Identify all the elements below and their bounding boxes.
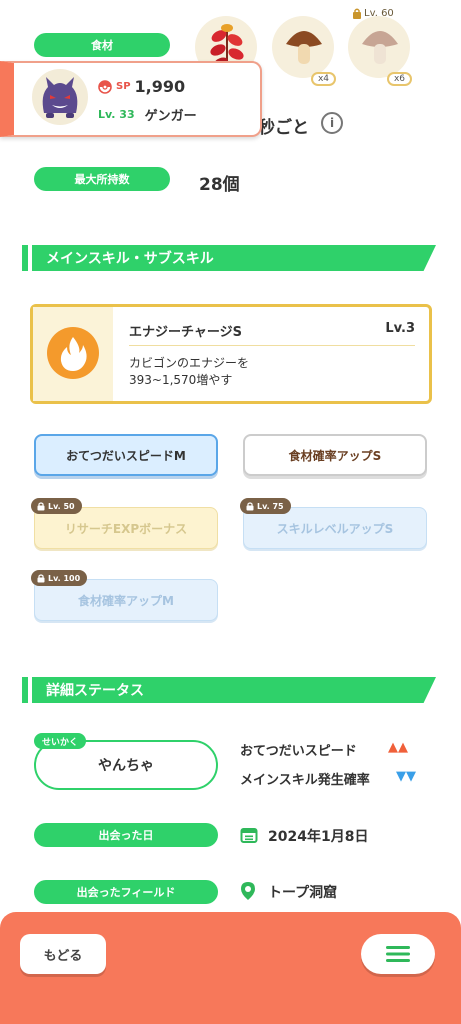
pokemon-level: Lv. 33 — [98, 108, 135, 121]
strength-row: SP 1,990 — [98, 77, 185, 96]
pokeball-icon — [98, 79, 112, 94]
ingredient-mushroom[interactable]: x4 — [272, 16, 336, 86]
subskill-lock-tag-50: Lv. 50 — [31, 498, 82, 514]
ingredient-qty: x4 — [310, 72, 336, 86]
hamburger-menu-icon — [386, 946, 410, 962]
menu-button[interactable] — [361, 934, 435, 974]
nature-down-stat: メインスキル発生確率 — [240, 773, 370, 788]
ingredient-lock-level: Lv. 60 — [352, 8, 394, 19]
nature-tag: せいかく — [34, 733, 87, 749]
max-carry-label: 最大所持数 — [34, 167, 170, 191]
main-skill-description: カビゴンのエナジーを 393~1,570増やす — [129, 356, 250, 387]
calendar-icon — [240, 828, 258, 843]
ingredient-mushroom-locked[interactable]: Lv. 60 x6 — [348, 8, 412, 86]
pokemon-avatar — [32, 69, 88, 125]
pokemon-summary-card[interactable]: SP 1,990 Lv. 33 ゲンガー — [0, 61, 262, 137]
flame-icon — [47, 327, 99, 379]
lock-icon — [353, 8, 361, 19]
main-skill-icon-bg — [33, 307, 113, 401]
subskill-lock-tag-75: Lv. 75 — [240, 498, 291, 514]
sp-value: 1,990 — [134, 77, 186, 96]
main-skill-level: Lv.3 — [385, 321, 415, 336]
lock-icon — [37, 573, 45, 582]
lock-icon — [246, 501, 254, 510]
met-field-label: 出会ったフィールド — [34, 880, 218, 904]
skills-section-header: メインスキル・サブスキル — [22, 245, 436, 271]
details-section-header: 詳細ステータス — [22, 677, 436, 703]
divider — [129, 345, 415, 346]
back-button[interactable]: もどる — [20, 934, 106, 974]
subskill-helping-speed-m[interactable]: おてつだいスピードM — [34, 434, 218, 476]
pokemon-name: ゲンガー — [144, 109, 197, 124]
lock-icon — [37, 501, 45, 510]
gengar-icon — [42, 77, 78, 118]
met-field-value: トープ洞窟 — [268, 885, 338, 901]
met-date-label: 出会った日 — [34, 823, 218, 847]
ingredient-qty: x6 — [386, 72, 412, 86]
nature-up-arrows: ▲▲ — [388, 740, 408, 755]
ingredients-label: 食材 — [34, 33, 170, 57]
help-interval-text: 秒ごと — [258, 118, 309, 138]
subskill-ingredient-finder-s[interactable]: 食材確率アップS — [243, 434, 427, 476]
sp-label: SP — [116, 81, 131, 92]
main-skill-card[interactable]: エナジーチャージS Lv.3 カビゴンのエナジーを 393~1,570増やす — [30, 304, 432, 404]
nature-up-stat: おてつだいスピード — [240, 744, 357, 759]
subskill-lock-tag-100: Lv. 100 — [31, 570, 88, 586]
max-carry-value: 28個 — [199, 175, 240, 195]
mushroom-locked-icon — [362, 31, 398, 64]
bottom-bar: もどる — [0, 912, 461, 1024]
main-skill-name: エナジーチャージS — [129, 325, 242, 340]
met-date-value: 2024年1月8日 — [268, 829, 369, 845]
info-icon[interactable]: i — [321, 112, 343, 134]
nature-value: やんちゃ — [98, 758, 154, 774]
location-pin-icon — [241, 882, 255, 900]
mushroom-icon — [286, 31, 322, 64]
level-name-row: Lv. 33 ゲンガー — [98, 105, 197, 124]
nature-down-arrows: ▼▼ — [396, 769, 416, 784]
